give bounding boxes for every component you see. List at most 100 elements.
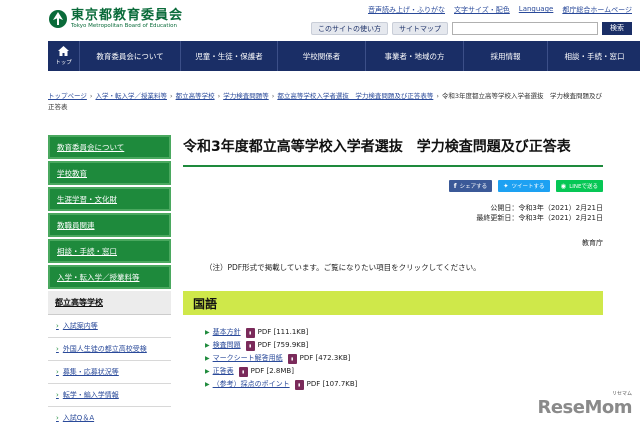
sidebar-sub-foreign-students[interactable]: › 外国人生徒の都立高校受検 [48, 338, 171, 361]
chevron-right-icon: › [56, 322, 59, 330]
line-share-button[interactable]: ◉ LINEで送る [555, 180, 603, 192]
util-link-language[interactable]: Language [519, 5, 554, 15]
bullet-icon: ▶ [205, 368, 210, 375]
watermark-logo: ReseMom [537, 397, 632, 418]
chevron-right-icon: › [56, 345, 59, 353]
home-icon [58, 46, 69, 56]
resemom-watermark: リセマム ReseMom [537, 390, 632, 418]
list-item: ▶ 基本方針 ▮ PDF [111.1KB] [205, 326, 603, 339]
nav-item-about[interactable]: 教育委員会について [80, 41, 181, 71]
search-button[interactable]: 検索 [602, 22, 632, 35]
file-format: PDF [299, 354, 314, 362]
how-to-use-button[interactable]: このサイトの使い方 [311, 22, 388, 35]
file-format: PDF [257, 341, 272, 349]
document-list: ▶ 基本方針 ▮ PDF [111.1KB] ▶ 検査問題 ▮ PDF [759… [183, 326, 603, 391]
nav-home-label: トップ [55, 60, 72, 66]
breadcrumb-exam-problems[interactable]: 学力検査問題等 [223, 92, 269, 100]
chevron-right-icon: › [56, 414, 59, 422]
site-header: 東京都教育委員会 Tokyo Metropolitan Board of Edu… [0, 0, 640, 40]
nav-item-students[interactable]: 児童・生徒・保護者 [181, 41, 278, 71]
util-link-font-size[interactable]: 文字サイズ・配色 [454, 5, 510, 15]
line-share-label: LINEで送る [569, 184, 598, 190]
breadcrumb-selection[interactable]: 都立高等学校入学者選抜 学力検査問題及び正答表等 [277, 92, 433, 100]
file-format: PDF [306, 380, 321, 388]
sidebar-item-admission[interactable]: 入学・転入学／授業料等 [48, 265, 171, 289]
nav-item-schools[interactable]: 学校関係者 [278, 41, 366, 71]
site-logo[interactable]: 東京都教育委員会 Tokyo Metropolitan Board of Edu… [48, 9, 183, 30]
pdf-icon: ▮ [238, 366, 248, 377]
pdf-icon: ▮ [294, 379, 304, 390]
twitter-share-label: ツイートする [511, 184, 545, 190]
list-item: ▶ 正答表 ▮ PDF [2.8MB] [205, 365, 603, 378]
twitter-share-button[interactable]: ✦ ツイートする [498, 180, 550, 192]
global-nav: トップ 教育委員会について 児童・生徒・保護者 学校関係者 事業者・地域の方 採… [48, 41, 640, 71]
document-link[interactable]: マークシート解答用紙 [213, 352, 283, 365]
updated-date: 最終更新日：令和3年（2021）2月21日 [476, 214, 603, 222]
sidebar-sub-label: 外国人生徒の都立高校受検 [62, 345, 147, 353]
sidebar-sub-faq[interactable]: › 入試Q＆A [48, 407, 171, 426]
document-link[interactable]: 正答表 [213, 365, 234, 378]
bullet-icon: ▶ [205, 329, 210, 336]
chevron-right-icon: › [56, 391, 59, 399]
page-title: 令和3年度都立高等学校入学者選抜 学力検査問題及び正答表 [183, 135, 603, 167]
pdf-icon: ▮ [287, 353, 297, 364]
file-size: [472.3KB] [315, 354, 351, 362]
breadcrumb: トップページ › 入学・転入学／授業料等 › 都立高等学校 › 学力検査問題等 › 都立高等学校… [48, 92, 603, 111]
site-title-en: Tokyo Metropolitan Board of Education [71, 23, 177, 29]
twitter-icon: ✦ [503, 182, 509, 190]
bullet-icon: ▶ [205, 355, 210, 362]
section-heading-japanese: 国語 [183, 291, 603, 315]
sidebar-sub-transfer[interactable]: › 転学・編入学情報 [48, 384, 171, 407]
file-size: [759.9KB] [273, 341, 309, 349]
site-title: 東京都教育委員会 [71, 8, 184, 23]
department: 教育庁 [582, 239, 603, 247]
watermark-small: リセマム [611, 391, 632, 397]
file-format: PDF [257, 328, 272, 336]
pdf-icon: ▮ [245, 340, 255, 351]
sidebar-item-about[interactable]: 教育委員会について [48, 135, 171, 159]
bullet-icon: ▶ [205, 342, 210, 349]
sidebar: 教育委員会について 学校教育 生涯学習・文化財 教職員関連 相談・手続・窓口 入… [48, 135, 171, 426]
sidebar-sub-application-status[interactable]: › 募集・応募状況等 [48, 361, 171, 384]
sidebar-sub-label: 転学・編入学情報 [62, 391, 119, 399]
breadcrumb-admission[interactable]: 入学・転入学／授業料等 [95, 92, 167, 100]
document-link[interactable]: 検査問題 [213, 339, 241, 352]
facebook-icon: f [453, 182, 457, 190]
sidebar-sub-exam-info[interactable]: › 入試案内等 [48, 315, 171, 338]
breadcrumb-high-school[interactable]: 都立高等学校 [176, 92, 215, 100]
facebook-share-button[interactable]: f シェアする [448, 180, 493, 192]
main-content: 令和3年度都立高等学校入学者選抜 学力検査問題及び正答表 f シェアする ✦ ツイー… [183, 135, 603, 391]
sidebar-item-lifelong-learning[interactable]: 生涯学習・文化財 [48, 187, 171, 211]
utility-row: このサイトの使い方 サイトマップ 検索 [311, 22, 632, 35]
util-link-tocho[interactable]: 都庁総合ホームページ [562, 5, 632, 15]
nav-item-community[interactable]: 事業者・地域の方 [366, 41, 464, 71]
document-link[interactable]: 基本方針 [213, 326, 241, 339]
sidebar-item-school-education[interactable]: 学校教育 [48, 161, 171, 185]
util-link-speech[interactable]: 音声読み上げ・ふりがな [368, 5, 445, 15]
sidebar-sub-label: 入試案内等 [62, 322, 98, 330]
pdf-icon: ▮ [245, 327, 255, 338]
sidebar-item-staff[interactable]: 教職員関連 [48, 213, 171, 237]
file-format: PDF [250, 367, 265, 375]
bullet-icon: ▶ [205, 381, 210, 388]
published-date: 公開日：令和3年（2021）2月21日 [490, 204, 603, 212]
breadcrumb-top[interactable]: トップページ [48, 92, 87, 100]
pdf-note: （注）PDF形式で掲載しています。ご覧になりたい項目をクリックしてください。 [205, 263, 481, 272]
search-input[interactable] [452, 22, 598, 35]
list-item: ▶ マークシート解答用紙 ▮ PDF [472.3KB] [205, 352, 603, 365]
nav-item-recruitment[interactable]: 採用情報 [464, 41, 548, 71]
sitemap-button[interactable]: サイトマップ [392, 22, 448, 35]
chevron-right-icon: › [56, 368, 59, 376]
document-link[interactable]: （参考）採点のポイント [213, 378, 290, 391]
file-size: [2.8MB] [266, 367, 294, 375]
utility-links: 音声読み上げ・ふりがな 文字サイズ・配色 Language 都庁総合ホームページ [368, 5, 632, 15]
nav-home[interactable]: トップ [48, 41, 80, 71]
facebook-share-label: シェアする [459, 184, 488, 190]
line-icon: ◉ [560, 182, 567, 190]
list-item: ▶ 検査問題 ▮ PDF [759.9KB] [205, 339, 603, 352]
sidebar-section-high-school[interactable]: 都立高等学校 [48, 291, 171, 315]
sidebar-item-consultation[interactable]: 相談・手続・窓口 [48, 239, 171, 263]
file-size: [111.1KB] [273, 328, 309, 336]
nav-item-consultation[interactable]: 相談・手続・窓口 [548, 41, 640, 71]
sidebar-sub-label: 募集・応募状況等 [62, 368, 119, 376]
